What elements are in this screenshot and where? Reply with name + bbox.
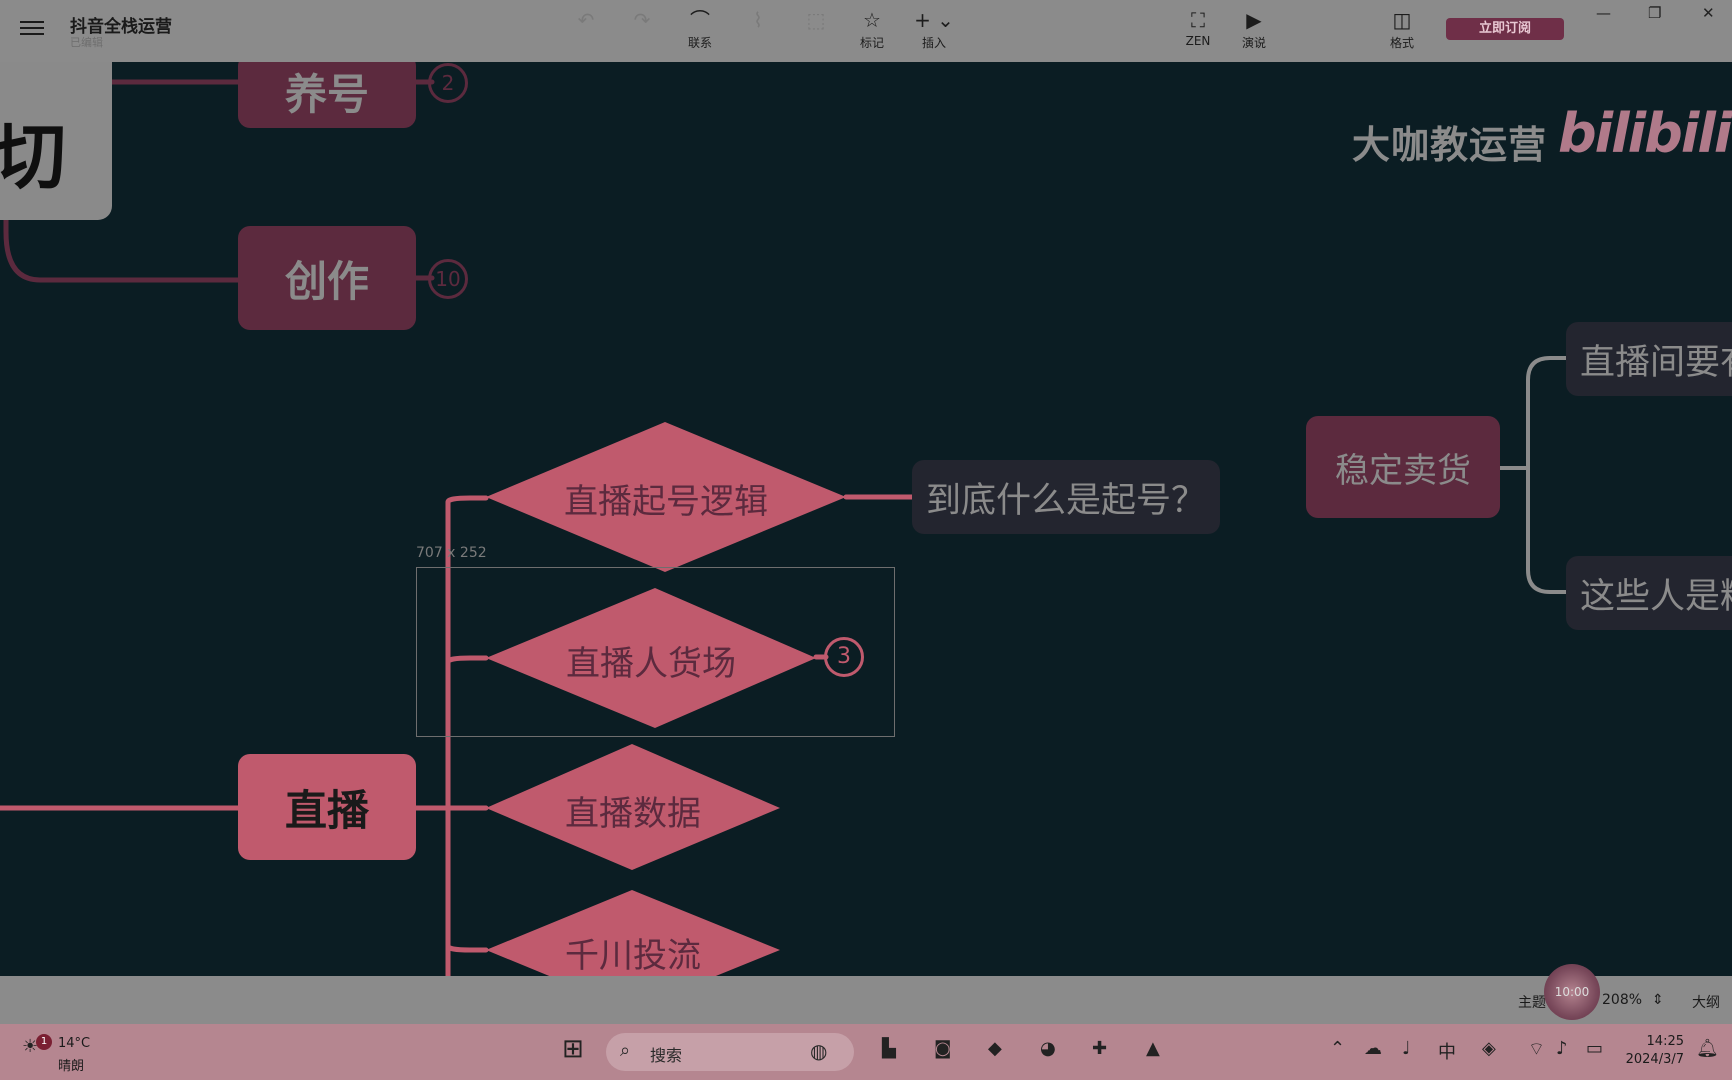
- mark-button[interactable]: ☆ 标记: [842, 8, 902, 51]
- present-button[interactable]: ▶ 演说: [1224, 8, 1284, 51]
- start-icon[interactable]: ⊞: [562, 1034, 584, 1064]
- volume-icon[interactable]: ♪: [1556, 1038, 1568, 1059]
- statusbar: 主题 208% ⇕ 大纲: [0, 976, 1732, 1024]
- subscribe-button[interactable]: 立即订阅: [1446, 18, 1564, 40]
- boundary-icon: ⬚: [806, 8, 826, 32]
- collapsed-count-badge[interactable]: 2: [428, 63, 468, 103]
- pin-app-icon[interactable]: ◆: [988, 1038, 1002, 1059]
- panel-icon: ◫: [1392, 8, 1412, 32]
- chat-app-icon[interactable]: ◙: [934, 1038, 951, 1059]
- diamond-qianchuan-label: 千川投流: [565, 936, 701, 976]
- globe-icon: ◍: [810, 1039, 828, 1063]
- close-icon[interactable]: ✕: [1702, 4, 1715, 22]
- insert-label: 插入: [921, 36, 946, 50]
- zen-label: ZEN: [1185, 34, 1211, 48]
- outline-button[interactable]: 大纲: [1692, 992, 1720, 1012]
- browser-icon[interactable]: ◕: [1040, 1038, 1056, 1059]
- search-input[interactable]: ⌕ 搜索 ◍: [606, 1033, 854, 1071]
- subtopic-what-is[interactable]: 到底什么是起号？: [912, 460, 1220, 534]
- bilibili-logo: bilibili: [1558, 102, 1732, 165]
- zoom-level[interactable]: 208%: [1602, 992, 1642, 1008]
- redo-icon: ↷: [633, 8, 651, 32]
- subtopic-these-people[interactable]: 这些人是精: [1566, 556, 1732, 630]
- star-icon: ☆: [863, 8, 881, 32]
- taskbar: ☀ 1 14°C 晴朗 ⊞ ⌕ 搜索 ◍ ▙ ◙ ◆ ◕ ✚ ▲ ⌃ ☁ ♩ 中…: [0, 1024, 1732, 1080]
- document-subtitle: 已编辑: [70, 36, 103, 49]
- watermark-text: 大咖教运营: [1352, 123, 1548, 167]
- undo-icon: ↶: [577, 8, 595, 32]
- insert-button[interactable]: + ⌄ 插入: [904, 8, 964, 51]
- present-label: 演说: [1241, 36, 1266, 50]
- clock[interactable]: 14:25 2024/3/7: [1624, 1034, 1684, 1067]
- diamond-logic-label: 直播起号逻辑: [564, 482, 768, 522]
- xmind-app-icon[interactable]: ✚: [1092, 1038, 1107, 1059]
- weather-description: 晴朗: [58, 1059, 85, 1074]
- weather-temperature: 14°C: [58, 1036, 91, 1051]
- redo-button[interactable]: ↷: [612, 8, 672, 32]
- relation-button[interactable]: ⌒ 联系: [670, 8, 730, 51]
- theme-button[interactable]: 主题: [1518, 992, 1546, 1012]
- battery-icon[interactable]: ▭: [1586, 1038, 1603, 1059]
- ime-icon[interactable]: 中: [1438, 1038, 1456, 1064]
- relation-curve-icon: ⌒: [690, 8, 710, 32]
- zen-button[interactable]: ⛶ ZEN: [1168, 8, 1228, 48]
- file-explorer-icon[interactable]: ▙: [882, 1038, 896, 1059]
- hamburger-menu-icon[interactable]: [18, 17, 46, 43]
- boundary-button[interactable]: ⬚: [786, 8, 846, 32]
- wifi-icon[interactable]: ⌔: [1528, 1038, 1545, 1061]
- summary-icon: ⌇: [753, 8, 763, 32]
- plus-chevron-icon: + ⌄: [914, 8, 954, 32]
- selection-size-label: 707 x 252: [416, 545, 487, 561]
- selection-box[interactable]: [416, 567, 895, 737]
- topic-stable-sales[interactable]: 稳定卖货: [1306, 416, 1500, 518]
- topic-raise-account[interactable]: 养号: [238, 62, 416, 128]
- topic-live[interactable]: 直播: [238, 754, 416, 860]
- diamond-data-label: 直播数据: [565, 794, 701, 834]
- media-app-icon[interactable]: ▲: [1146, 1038, 1160, 1059]
- mark-label: 标记: [859, 36, 884, 50]
- relation-label: 联系: [687, 36, 712, 50]
- clock-date: 2024/3/7: [1625, 1052, 1684, 1067]
- mindmap-canvas[interactable]: 切 大咖教运营 bilibili 养号 2 创作 10 直播 直播起号逻辑 直播…: [0, 62, 1732, 978]
- collapsed-count-badge[interactable]: 10: [428, 259, 468, 299]
- toolbar: 抖音全栈运营 已编辑 ↶ ↷ ⌒ 联系 ⌇ ⬚ ☆ 标记 + ⌄ 插入 ⛶ ZE…: [0, 0, 1732, 62]
- security-icon[interactable]: ◈: [1482, 1038, 1496, 1059]
- root-topic-text: 切: [0, 115, 67, 199]
- clock-time: 14:25: [1646, 1034, 1684, 1049]
- cloud-icon[interactable]: ☁: [1364, 1038, 1382, 1059]
- subtopic-live-room[interactable]: 直播间要有: [1566, 322, 1732, 396]
- notification-badge: 1: [36, 1034, 52, 1050]
- microphone-icon[interactable]: ♩: [1402, 1038, 1411, 1059]
- bell-icon[interactable]: 🔔︎: [1696, 1038, 1719, 1059]
- format-label: 格式: [1389, 36, 1414, 50]
- format-button[interactable]: ◫ 格式: [1372, 8, 1432, 51]
- restore-icon[interactable]: ❐: [1648, 4, 1661, 22]
- topic-create[interactable]: 创作: [238, 226, 416, 330]
- undo-button[interactable]: ↶: [556, 8, 616, 32]
- play-screen-icon: ▶: [1246, 8, 1262, 32]
- chevron-up-icon[interactable]: ⌃: [1330, 1038, 1345, 1059]
- search-icon: ⌕: [620, 1040, 631, 1061]
- minimize-icon[interactable]: —: [1596, 4, 1611, 22]
- zoom-stepper-icon[interactable]: ⇕: [1652, 992, 1664, 1008]
- summary-button[interactable]: ⌇: [728, 8, 788, 32]
- timer-widget[interactable]: 10:00: [1544, 964, 1600, 1020]
- search-placeholder: 搜索: [650, 1046, 683, 1065]
- fullscreen-icon: ⛶: [1191, 8, 1205, 32]
